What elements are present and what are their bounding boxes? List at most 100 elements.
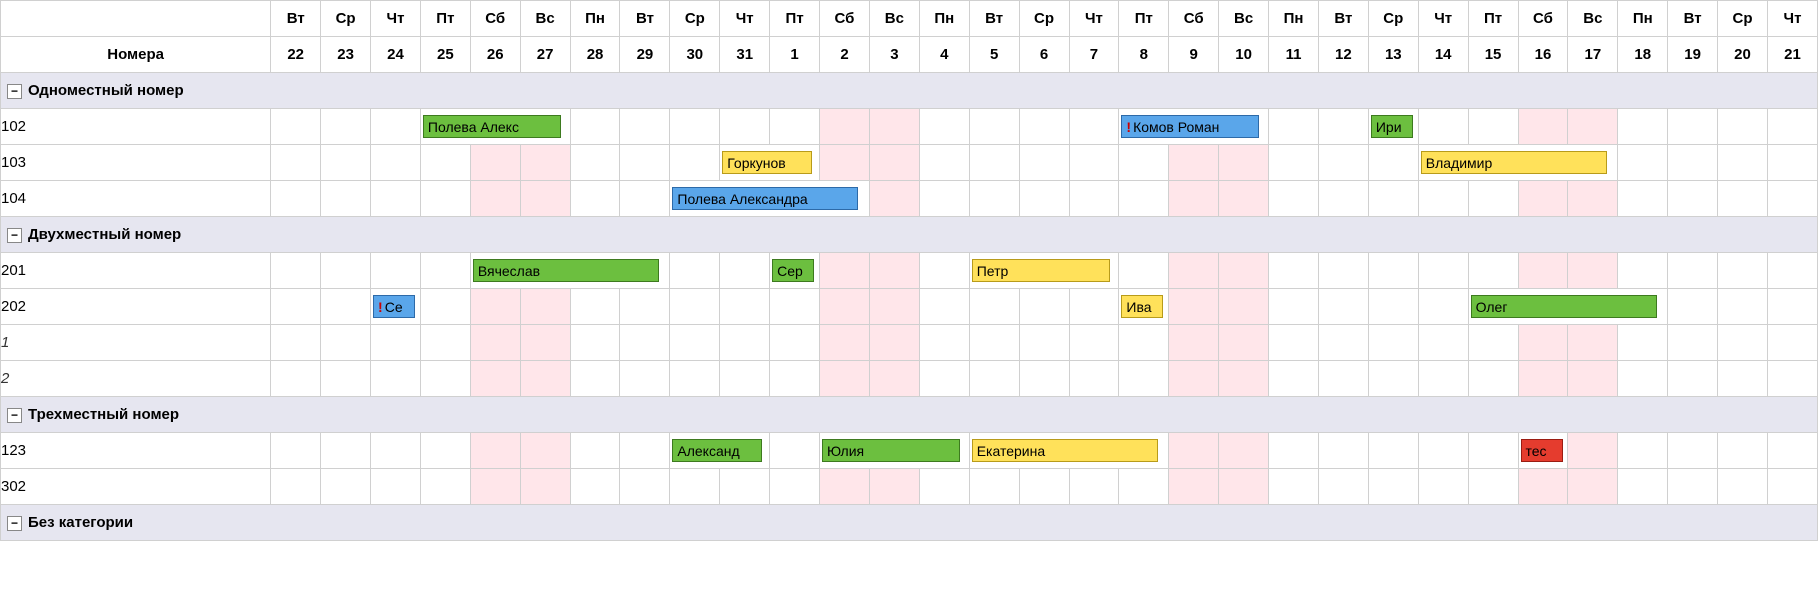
day-cell[interactable]	[1368, 181, 1418, 217]
day-cell[interactable]	[670, 361, 720, 397]
day-cell[interactable]	[869, 289, 919, 325]
day-cell[interactable]	[969, 361, 1019, 397]
day-cell[interactable]	[470, 325, 520, 361]
day-cell[interactable]	[1718, 181, 1768, 217]
day-cell[interactable]	[520, 325, 570, 361]
day-cell[interactable]	[371, 361, 421, 397]
day-cell[interactable]	[820, 145, 870, 181]
day-cell[interactable]	[1767, 325, 1817, 361]
room-label[interactable]: 123	[1, 433, 271, 469]
day-cell[interactable]	[1019, 361, 1069, 397]
day-cell[interactable]	[1368, 433, 1418, 469]
day-cell[interactable]	[969, 109, 1019, 145]
day-cell[interactable]	[1269, 469, 1319, 505]
day-cell[interactable]	[620, 325, 670, 361]
day-cell[interactable]	[371, 433, 421, 469]
day-cell[interactable]	[1368, 145, 1418, 181]
day-cell[interactable]	[1169, 253, 1219, 289]
day-cell[interactable]	[1119, 145, 1169, 181]
day-cell[interactable]	[1618, 109, 1668, 145]
day-cell[interactable]	[520, 361, 570, 397]
day-cell[interactable]	[271, 181, 321, 217]
day-cell[interactable]	[1219, 181, 1269, 217]
day-cell[interactable]	[1668, 433, 1718, 469]
room-label[interactable]: 104	[1, 181, 271, 217]
day-cell[interactable]	[1169, 181, 1219, 217]
day-cell[interactable]	[1318, 361, 1368, 397]
day-cell[interactable]	[1718, 469, 1768, 505]
day-cell[interactable]	[570, 469, 620, 505]
day-cell[interactable]	[420, 145, 470, 181]
day-cell[interactable]	[420, 433, 470, 469]
sub-room-label[interactable]: 2	[1, 361, 271, 397]
day-cell[interactable]	[1318, 181, 1368, 217]
room-label[interactable]: 302	[1, 469, 271, 505]
date-header[interactable]: 12	[1318, 37, 1368, 73]
room-label[interactable]: 102	[1, 109, 271, 145]
day-cell[interactable]	[1219, 361, 1269, 397]
day-cell[interactable]	[1767, 469, 1817, 505]
day-cell[interactable]	[1069, 469, 1119, 505]
date-header[interactable]: 29	[620, 37, 670, 73]
day-cell[interactable]	[820, 469, 870, 505]
date-header[interactable]: 27	[520, 37, 570, 73]
day-cell[interactable]	[1418, 361, 1468, 397]
day-cell[interactable]	[1518, 469, 1568, 505]
day-cell[interactable]	[321, 145, 371, 181]
day-cell[interactable]	[869, 469, 919, 505]
day-cell[interactable]	[919, 289, 969, 325]
date-header[interactable]: 21	[1767, 37, 1817, 73]
day-cell[interactable]	[770, 361, 820, 397]
booking-bar[interactable]: Вячеслав	[473, 259, 659, 282]
day-cell[interactable]	[1568, 253, 1618, 289]
day-cell[interactable]	[1169, 469, 1219, 505]
date-header[interactable]: 2	[820, 37, 870, 73]
day-cell[interactable]	[1169, 289, 1219, 325]
day-cell[interactable]	[470, 145, 520, 181]
day-cell[interactable]	[1468, 109, 1518, 145]
day-cell[interactable]	[620, 469, 670, 505]
day-cell[interactable]	[1318, 289, 1368, 325]
day-cell[interactable]	[869, 325, 919, 361]
day-cell[interactable]	[1368, 253, 1418, 289]
day-cell[interactable]	[420, 181, 470, 217]
booking-bar[interactable]: Полева Александра	[672, 187, 858, 210]
day-cell[interactable]	[670, 325, 720, 361]
booking-bar[interactable]: Ива	[1121, 295, 1163, 318]
day-cell[interactable]	[620, 145, 670, 181]
day-cell[interactable]	[1518, 109, 1568, 145]
day-cell[interactable]	[1518, 361, 1568, 397]
day-cell[interactable]	[969, 469, 1019, 505]
day-cell[interactable]	[620, 433, 670, 469]
day-cell[interactable]	[720, 253, 770, 289]
booking-bar[interactable]: Олег	[1471, 295, 1657, 318]
date-header[interactable]: 16	[1518, 37, 1568, 73]
day-cell[interactable]	[969, 181, 1019, 217]
day-cell[interactable]	[1718, 361, 1768, 397]
day-cell[interactable]	[1019, 109, 1069, 145]
day-cell[interactable]	[520, 289, 570, 325]
day-cell[interactable]	[520, 181, 570, 217]
day-cell[interactable]	[1668, 145, 1718, 181]
day-cell[interactable]	[470, 181, 520, 217]
day-cell[interactable]	[1468, 181, 1518, 217]
day-cell[interactable]	[1019, 181, 1069, 217]
day-cell[interactable]	[1368, 361, 1418, 397]
day-cell[interactable]	[670, 109, 720, 145]
booking-bar[interactable]: Александ	[672, 439, 762, 462]
day-cell[interactable]	[1618, 469, 1668, 505]
day-cell[interactable]	[321, 289, 371, 325]
day-cell[interactable]	[919, 325, 969, 361]
day-cell[interactable]	[1169, 325, 1219, 361]
day-cell[interactable]	[271, 433, 321, 469]
day-cell[interactable]	[1069, 289, 1119, 325]
date-header[interactable]: 25	[420, 37, 470, 73]
date-header[interactable]: 15	[1468, 37, 1518, 73]
day-cell[interactable]	[1269, 325, 1319, 361]
day-cell[interactable]	[820, 361, 870, 397]
day-cell[interactable]	[1468, 433, 1518, 469]
date-header[interactable]: 11	[1269, 37, 1319, 73]
day-cell[interactable]	[1618, 253, 1668, 289]
day-cell[interactable]	[869, 361, 919, 397]
day-cell[interactable]	[420, 469, 470, 505]
